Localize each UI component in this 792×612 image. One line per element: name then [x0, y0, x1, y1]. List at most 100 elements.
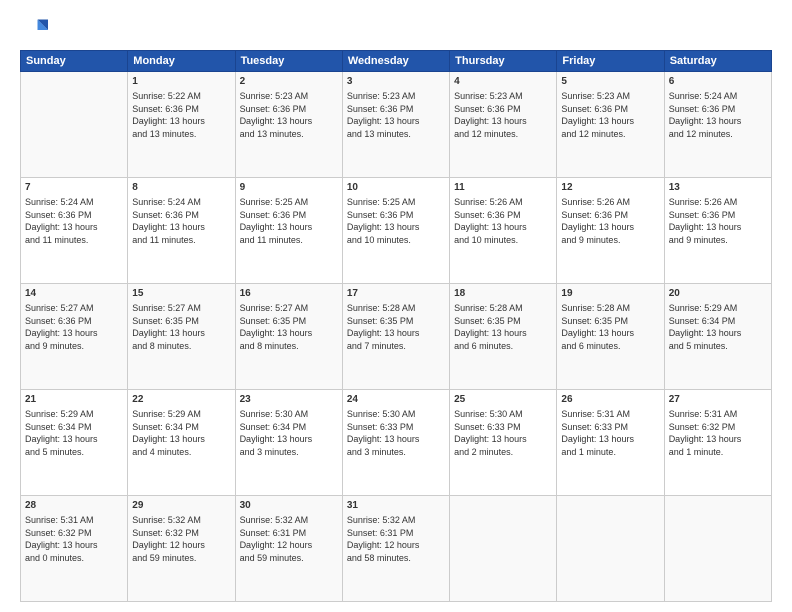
- day-number: 18: [454, 287, 552, 301]
- day-info-line: Sunset: 6:36 PM: [347, 209, 445, 222]
- day-info-line: Daylight: 13 hours: [561, 221, 659, 234]
- day-info-line: Daylight: 13 hours: [347, 115, 445, 128]
- day-info-line: Sunrise: 5:30 AM: [347, 408, 445, 421]
- day-info-line: Sunrise: 5:30 AM: [240, 408, 338, 421]
- day-info-line: and 8 minutes.: [132, 340, 230, 353]
- day-number: 26: [561, 393, 659, 407]
- day-info-line: Sunset: 6:36 PM: [454, 209, 552, 222]
- day-number: 27: [669, 393, 767, 407]
- day-info-line: and 8 minutes.: [240, 340, 338, 353]
- day-info-line: Sunset: 6:35 PM: [347, 315, 445, 328]
- day-info-line: Sunrise: 5:31 AM: [669, 408, 767, 421]
- day-info-line: Daylight: 13 hours: [132, 115, 230, 128]
- day-info-line: Daylight: 13 hours: [25, 327, 123, 340]
- day-info-line: Sunset: 6:36 PM: [561, 103, 659, 116]
- day-info-line: Sunrise: 5:23 AM: [454, 90, 552, 103]
- calendar-cell: 4Sunrise: 5:23 AMSunset: 6:36 PMDaylight…: [450, 72, 557, 178]
- calendar-cell: 16Sunrise: 5:27 AMSunset: 6:35 PMDayligh…: [235, 284, 342, 390]
- header-cell-tuesday: Tuesday: [235, 51, 342, 72]
- calendar-cell: 10Sunrise: 5:25 AMSunset: 6:36 PMDayligh…: [342, 178, 449, 284]
- day-info-line: Daylight: 13 hours: [454, 221, 552, 234]
- header-cell-thursday: Thursday: [450, 51, 557, 72]
- day-info-line: and 5 minutes.: [669, 340, 767, 353]
- header-cell-monday: Monday: [128, 51, 235, 72]
- calendar-cell: [450, 496, 557, 602]
- day-info-line: and 10 minutes.: [347, 234, 445, 247]
- day-info-line: Daylight: 13 hours: [669, 433, 767, 446]
- calendar-header: SundayMondayTuesdayWednesdayThursdayFrid…: [21, 51, 772, 72]
- calendar-cell: 28Sunrise: 5:31 AMSunset: 6:32 PMDayligh…: [21, 496, 128, 602]
- day-info-line: Sunset: 6:36 PM: [561, 209, 659, 222]
- day-info-line: Sunset: 6:36 PM: [669, 209, 767, 222]
- day-info-line: Sunset: 6:34 PM: [132, 421, 230, 434]
- day-number: 31: [347, 499, 445, 513]
- day-info-line: Sunset: 6:34 PM: [669, 315, 767, 328]
- day-info-line: and 2 minutes.: [454, 446, 552, 459]
- day-info-line: Sunrise: 5:23 AM: [561, 90, 659, 103]
- day-number: 28: [25, 499, 123, 513]
- day-info-line: Sunset: 6:33 PM: [561, 421, 659, 434]
- day-number: 13: [669, 181, 767, 195]
- calendar-week-2: 7Sunrise: 5:24 AMSunset: 6:36 PMDaylight…: [21, 178, 772, 284]
- day-info-line: Sunrise: 5:25 AM: [347, 196, 445, 209]
- day-info-line: Daylight: 13 hours: [240, 221, 338, 234]
- day-info-line: and 11 minutes.: [132, 234, 230, 247]
- header-row: SundayMondayTuesdayWednesdayThursdayFrid…: [21, 51, 772, 72]
- day-info-line: Sunset: 6:32 PM: [132, 527, 230, 540]
- day-info-line: Sunset: 6:36 PM: [454, 103, 552, 116]
- day-info-line: Daylight: 13 hours: [240, 115, 338, 128]
- day-number: 7: [25, 181, 123, 195]
- calendar-cell: 31Sunrise: 5:32 AMSunset: 6:31 PMDayligh…: [342, 496, 449, 602]
- day-info-line: Sunset: 6:36 PM: [132, 209, 230, 222]
- calendar-week-5: 28Sunrise: 5:31 AMSunset: 6:32 PMDayligh…: [21, 496, 772, 602]
- day-number: 22: [132, 393, 230, 407]
- day-info-line: Daylight: 13 hours: [669, 115, 767, 128]
- day-info-line: Daylight: 13 hours: [25, 433, 123, 446]
- day-number: 10: [347, 181, 445, 195]
- day-info-line: Sunrise: 5:29 AM: [132, 408, 230, 421]
- calendar-cell: 27Sunrise: 5:31 AMSunset: 6:32 PMDayligh…: [664, 390, 771, 496]
- day-info-line: and 6 minutes.: [561, 340, 659, 353]
- day-number: 12: [561, 181, 659, 195]
- day-info-line: Sunrise: 5:28 AM: [347, 302, 445, 315]
- calendar-week-1: 1Sunrise: 5:22 AMSunset: 6:36 PMDaylight…: [21, 72, 772, 178]
- day-info-line: Sunset: 6:35 PM: [132, 315, 230, 328]
- day-number: 24: [347, 393, 445, 407]
- header-cell-saturday: Saturday: [664, 51, 771, 72]
- day-info-line: Sunrise: 5:27 AM: [132, 302, 230, 315]
- day-info-line: and 12 minutes.: [454, 128, 552, 141]
- day-info-line: and 59 minutes.: [132, 552, 230, 565]
- day-info-line: Sunset: 6:32 PM: [25, 527, 123, 540]
- day-number: 20: [669, 287, 767, 301]
- calendar-cell: 6Sunrise: 5:24 AMSunset: 6:36 PMDaylight…: [664, 72, 771, 178]
- day-info-line: Sunrise: 5:32 AM: [347, 514, 445, 527]
- calendar-cell: 25Sunrise: 5:30 AMSunset: 6:33 PMDayligh…: [450, 390, 557, 496]
- day-number: 15: [132, 287, 230, 301]
- day-info-line: and 1 minute.: [561, 446, 659, 459]
- day-info-line: and 11 minutes.: [240, 234, 338, 247]
- day-info-line: Daylight: 13 hours: [25, 221, 123, 234]
- day-number: 29: [132, 499, 230, 513]
- calendar-cell: 8Sunrise: 5:24 AMSunset: 6:36 PMDaylight…: [128, 178, 235, 284]
- day-info-line: Daylight: 13 hours: [347, 433, 445, 446]
- day-number: 17: [347, 287, 445, 301]
- day-number: 1: [132, 75, 230, 89]
- day-info-line: Daylight: 13 hours: [669, 221, 767, 234]
- day-number: 16: [240, 287, 338, 301]
- day-info-line: Daylight: 13 hours: [669, 327, 767, 340]
- day-info-line: Sunrise: 5:23 AM: [347, 90, 445, 103]
- day-info-line: Daylight: 13 hours: [454, 327, 552, 340]
- calendar-cell: 21Sunrise: 5:29 AMSunset: 6:34 PMDayligh…: [21, 390, 128, 496]
- calendar-cell: 13Sunrise: 5:26 AMSunset: 6:36 PMDayligh…: [664, 178, 771, 284]
- day-info-line: Daylight: 13 hours: [454, 115, 552, 128]
- day-info-line: and 59 minutes.: [240, 552, 338, 565]
- day-info-line: Sunset: 6:36 PM: [132, 103, 230, 116]
- day-number: 5: [561, 75, 659, 89]
- day-info-line: Daylight: 13 hours: [240, 433, 338, 446]
- day-info-line: and 7 minutes.: [347, 340, 445, 353]
- day-number: 6: [669, 75, 767, 89]
- calendar-cell: 3Sunrise: 5:23 AMSunset: 6:36 PMDaylight…: [342, 72, 449, 178]
- header-cell-sunday: Sunday: [21, 51, 128, 72]
- day-info-line: Daylight: 13 hours: [132, 221, 230, 234]
- day-info-line: Sunset: 6:36 PM: [669, 103, 767, 116]
